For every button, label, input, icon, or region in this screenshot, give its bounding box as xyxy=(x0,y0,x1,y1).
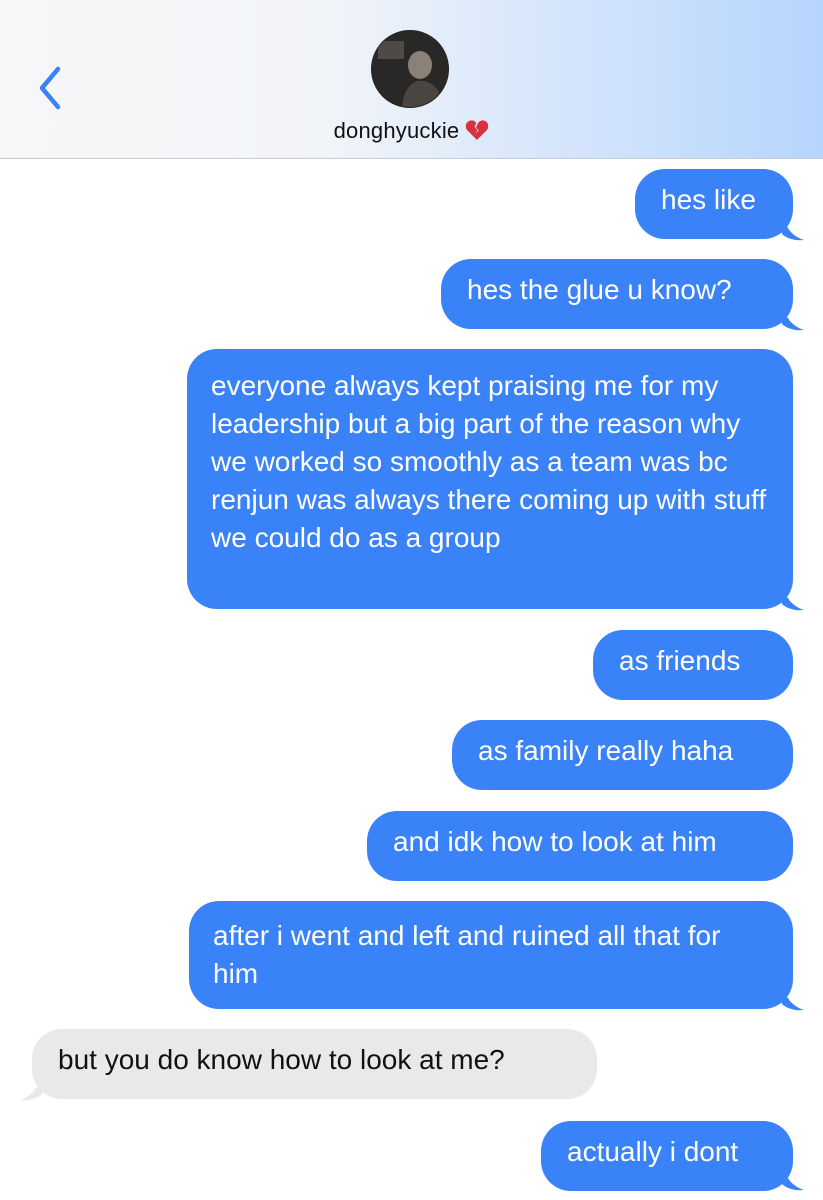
message-text: as family really haha xyxy=(478,735,734,766)
bubble-tail xyxy=(780,988,804,1011)
contact-name: donghyuckie xyxy=(333,118,460,143)
message-bubble-sent[interactable]: after i went and left and ruined all tha… xyxy=(189,901,793,1009)
bubble-tail xyxy=(780,588,804,611)
bubble-tail xyxy=(780,218,804,241)
contact-name-row[interactable]: donghyuckie xyxy=(0,118,823,147)
message-bubble-sent[interactable]: as family really haha xyxy=(452,720,793,790)
chat-header: donghyuckie xyxy=(0,0,823,159)
avatar-photo xyxy=(372,31,448,107)
broken-heart-icon xyxy=(465,119,489,147)
bubble-tail xyxy=(780,308,804,331)
message-text: after i went and left and ruined all tha… xyxy=(213,920,721,989)
message-text: hes the glue u know? xyxy=(467,274,732,305)
message-bubble-sent[interactable]: hes the glue u know? xyxy=(441,259,793,329)
back-button[interactable] xyxy=(30,62,70,114)
message-bubble-sent[interactable]: actually i dont xyxy=(541,1121,793,1191)
message-text: hes like xyxy=(661,184,756,215)
chevron-left-icon xyxy=(39,66,61,110)
bubble-tail xyxy=(20,1078,44,1101)
message-text: but you do know how to look at me? xyxy=(58,1044,505,1075)
message-text: as friends xyxy=(619,645,741,676)
message-bubble-sent[interactable]: as friends xyxy=(593,630,793,700)
message-bubble-sent[interactable]: and idk how to look at him xyxy=(367,811,793,881)
message-text: actually i dont xyxy=(567,1136,739,1167)
avatar[interactable] xyxy=(371,30,449,108)
message-bubble-sent[interactable]: hes like xyxy=(635,169,793,239)
message-bubble-received[interactable]: but you do know how to look at me? xyxy=(32,1029,597,1099)
message-text: everyone always kept praising me for my … xyxy=(211,370,767,553)
message-text: and idk how to look at him xyxy=(393,826,717,857)
message-bubble-sent[interactable]: everyone always kept praising me for my … xyxy=(187,349,793,609)
bubble-tail xyxy=(780,1168,804,1191)
